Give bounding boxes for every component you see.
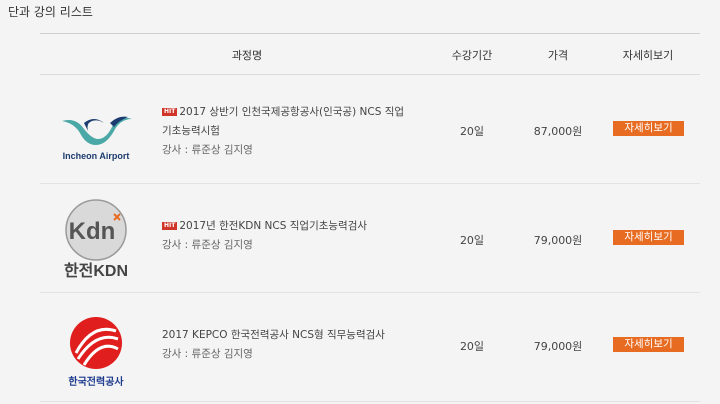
course-lecturer: 강사 : 류준상 김지영 [162,144,253,156]
detail-button[interactable]: 자세히보기 [613,230,684,245]
incheon-airport-logo-text: Incheon Airport [63,151,130,161]
incheon-airport-logo: Incheon Airport [62,116,132,161]
kdn-logo-text: Kdn [69,218,116,245]
course-title: HIT 2017년 한전KDN NCS 직업기초능력검사 [162,220,368,232]
table-row: 한국전력공사 2017 KEPCO 한국전력공사 NCS형 직무능력검사 강사 … [40,293,700,402]
table-row: Incheon Airport HIT 2017 상반기 인천국제공항공사(인국공… [40,75,700,184]
course-period: 20일 [459,340,485,353]
kepco-logo: 한국전력공사 [68,317,124,388]
detail-button[interactable]: 자세히보기 [613,121,684,136]
header-period: 수강기간 [451,49,493,62]
detail-button[interactable]: 자세히보기 [613,337,684,352]
header-course: 과정명 [231,49,263,62]
course-title-line2: 기초능력시험 [162,125,220,137]
kdn-logo-subtext: 한전KDN [64,261,128,280]
course-title: HIT 2017 상반기 인천국제공항공사(인국공) NCS 직업 [162,106,405,118]
course-lecturer: 강사 : 류준상 김지영 [162,348,253,360]
hit-badge: HIT [162,222,178,230]
section-title: 단과 강의 리스트 [8,5,93,19]
table-row: Kdn 한전KDN HIT 2017년 한전KDN NCS 직업기초능력검사 강사… [40,184,700,293]
kepco-logo-text: 한국전력공사 [68,375,124,388]
course-period: 20일 [459,125,485,138]
course-price: 79,000원 [533,234,583,247]
course-title: 2017 KEPCO 한국전력공사 NCS형 직무능력검사 [162,329,385,341]
header-detail: 자세히보기 [622,49,674,62]
course-lecturer: 강사 : 류준상 김지영 [162,239,253,251]
course-price: 79,000원 [533,340,583,353]
course-price: 87,000원 [533,125,583,138]
hit-badge: HIT [162,108,178,116]
table-header-row: 과정명 수강기간 가격 자세히보기 [40,34,700,75]
header-price: 가격 [547,49,569,62]
kdn-logo: Kdn 한전KDN [64,199,128,280]
course-period: 20일 [459,234,485,247]
